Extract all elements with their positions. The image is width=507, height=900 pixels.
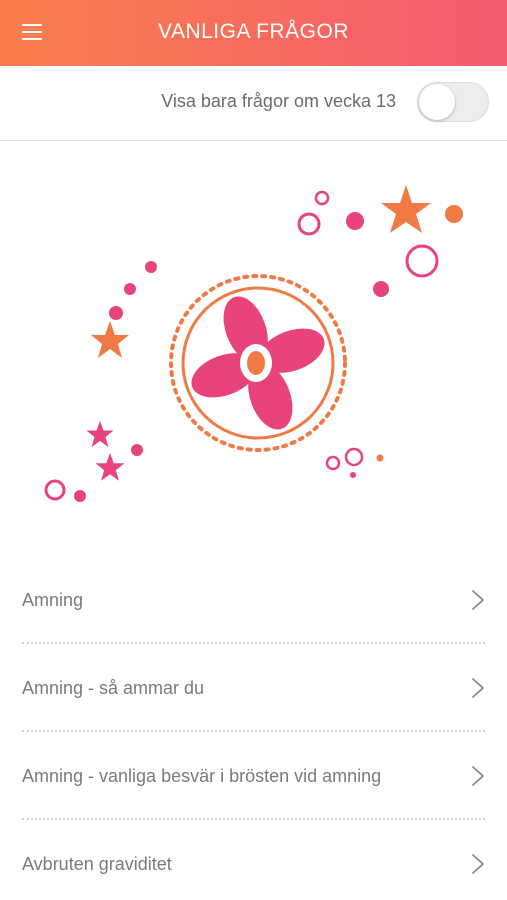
faq-item-amning-sa-ammar-du[interactable]: Amning - så ammar du (0, 644, 507, 732)
hero-illustration (0, 141, 507, 556)
flower-illustration-icon (44, 185, 463, 502)
faq-item-label: Amning - vanliga besvär i brösten vid am… (22, 766, 382, 786)
chevron-right-icon (472, 678, 484, 698)
toggle-knob (419, 84, 455, 120)
page-title: VANLIGA FRÅGOR (158, 20, 349, 43)
week-filter-toggle[interactable] (417, 82, 489, 122)
app-screen: VANLIGA FRÅGOR Visa bara frågor om vecka… (0, 0, 507, 900)
faq-item-avbruten-graviditet[interactable]: Avbruten graviditet (0, 820, 507, 900)
app-header: VANLIGA FRÅGOR (0, 0, 507, 66)
week-filter-row: Visa bara frågor om vecka 13 (0, 66, 507, 141)
chevron-right-icon (472, 854, 484, 874)
faq-list: Amning Amning - så ammar du Amning - van… (0, 556, 507, 900)
faq-item-label: Amning - så ammar du (22, 678, 205, 698)
faq-item-label: Amning (22, 590, 84, 610)
faq-item-amning-vanliga-besvar[interactable]: Amning - vanliga besvär i brösten vid am… (0, 732, 507, 820)
faq-item-label: Avbruten graviditet (22, 854, 172, 874)
week-filter-label: Visa bara frågor om vecka 13 (161, 91, 396, 111)
faq-item-amning[interactable]: Amning (0, 556, 507, 644)
chevron-right-icon (472, 590, 484, 610)
chevron-right-icon (472, 766, 484, 786)
